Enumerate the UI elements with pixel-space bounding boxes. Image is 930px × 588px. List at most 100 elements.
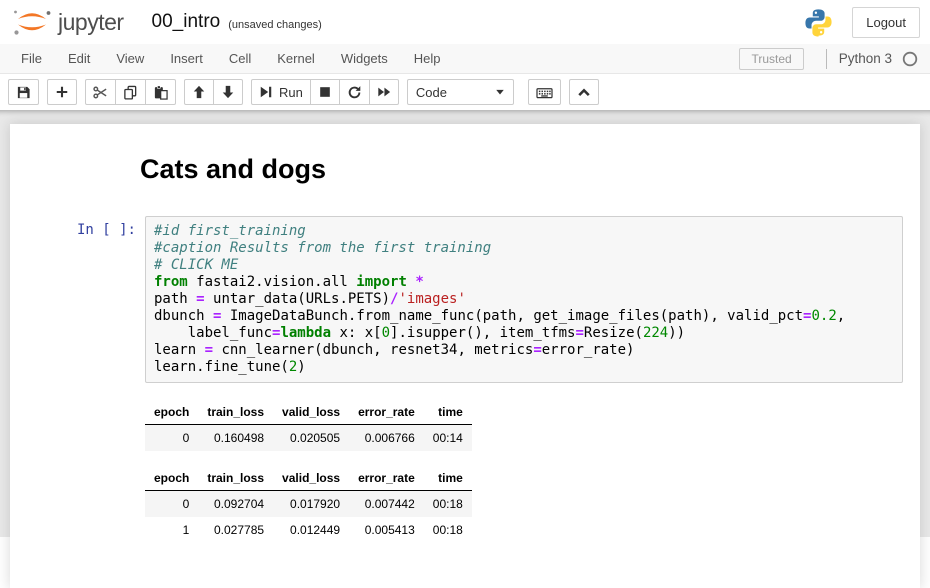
code-line: dbunch = ImageDataBunch.from_name_func(p… xyxy=(154,308,894,325)
code-line: label_func=lambda x: x[0].isupper(), ite… xyxy=(154,325,894,342)
column-header: time xyxy=(424,466,472,491)
chevron-up-icon xyxy=(577,85,591,99)
kernel-idle-icon xyxy=(902,51,918,67)
keyboard-icon xyxy=(536,85,553,100)
table-cell: 0.007442 xyxy=(349,491,424,518)
paste-icon xyxy=(153,85,168,100)
table-cell: 0.020505 xyxy=(273,425,349,452)
menu-item-insert[interactable]: Insert xyxy=(157,45,216,72)
cell-type-value: Code xyxy=(416,85,447,100)
cell-type-dropdown[interactable]: Code xyxy=(407,79,514,105)
table-cell: 0 xyxy=(145,491,198,518)
training-results-table-2: epochtrain_lossvalid_losserror_ratetime0… xyxy=(145,466,920,543)
trusted-badge: Trusted xyxy=(739,48,803,70)
table-cell: 0.006766 xyxy=(349,425,424,452)
checkpoint-status: (unsaved changes) xyxy=(228,19,322,31)
menu-item-kernel[interactable]: Kernel xyxy=(264,45,328,72)
table-cell: 1 xyxy=(145,517,198,543)
menu-bar: File Edit View Insert Cell Kernel Widget… xyxy=(0,44,930,74)
input-prompt: In [ ]: xyxy=(15,216,145,383)
column-header: epoch xyxy=(145,400,198,425)
table-row: 00.1604980.0205050.00676600:14 xyxy=(145,425,472,452)
column-header: train_loss xyxy=(198,400,273,425)
column-header: valid_loss xyxy=(273,466,349,491)
table-cell: 00:18 xyxy=(424,491,472,518)
output-area: epochtrain_lossvalid_losserror_ratetime0… xyxy=(145,400,920,543)
copy-icon xyxy=(123,85,138,100)
code-line: from fastai2.vision.all import * xyxy=(154,274,894,291)
move-down-icon xyxy=(221,85,235,99)
column-header: train_loss xyxy=(198,466,273,491)
menu-item-cell[interactable]: Cell xyxy=(216,45,264,72)
table-cell: 00:14 xyxy=(424,425,472,452)
column-header: valid_loss xyxy=(273,400,349,425)
column-header: epoch xyxy=(145,466,198,491)
table-cell: 0.005413 xyxy=(349,517,424,543)
cut-cells-button[interactable] xyxy=(85,79,116,105)
table-row: 10.0277850.0124490.00541300:18 xyxy=(145,517,472,543)
menu-item-view[interactable]: View xyxy=(103,45,157,72)
code-line: learn.fine_tune(2) xyxy=(154,359,894,376)
toolbar: Run Code xyxy=(0,74,930,110)
notebook-site: Cats and dogs In [ ]: #id first_training… xyxy=(0,110,930,537)
restart-icon xyxy=(347,85,362,100)
copy-cells-button[interactable] xyxy=(116,79,146,105)
save-button[interactable] xyxy=(8,79,39,105)
code-line: learn = cnn_learner(dbunch, resnet34, me… xyxy=(154,342,894,359)
save-icon xyxy=(16,85,31,100)
menu-item-help[interactable]: Help xyxy=(401,45,454,72)
column-header: time xyxy=(424,400,472,425)
divider xyxy=(826,49,827,69)
add-cell-icon xyxy=(55,85,69,99)
table-cell: 0.160498 xyxy=(198,425,273,452)
insert-cell-below-button[interactable] xyxy=(47,79,77,105)
table-cell: 0.027785 xyxy=(198,517,273,543)
interrupt-kernel-button[interactable] xyxy=(311,79,340,105)
paste-cells-button[interactable] xyxy=(146,79,176,105)
scroll-to-top-button[interactable] xyxy=(569,79,599,105)
menu-item-edit[interactable]: Edit xyxy=(55,45,103,72)
kernel-name: Python 3 xyxy=(839,51,892,66)
dropdown-caret-icon xyxy=(495,87,505,97)
run-icon xyxy=(259,85,273,99)
python-logo-icon xyxy=(803,7,834,38)
restart-kernel-button[interactable] xyxy=(340,79,370,105)
notebook-title[interactable]: 00_intro xyxy=(152,11,221,33)
jupyter-logo-text: jupyter xyxy=(58,9,124,36)
restart-run-all-button[interactable] xyxy=(370,79,399,105)
jupyter-planet-icon xyxy=(10,5,54,39)
code-line: #caption Results from the first training xyxy=(154,240,894,257)
move-up-icon xyxy=(192,85,206,99)
command-palette-button[interactable] xyxy=(528,79,561,105)
run-cell-button[interactable]: Run xyxy=(251,79,311,105)
code-line: #id first_training xyxy=(154,223,894,240)
code-cell[interactable]: In [ ]: #id first_training#caption Resul… xyxy=(10,211,920,388)
notebook-header: jupyter 00_intro (unsaved changes) Logou… xyxy=(0,0,930,44)
move-cell-down-button[interactable] xyxy=(214,79,243,105)
markdown-heading: Cats and dogs xyxy=(140,154,908,185)
logout-button[interactable]: Logout xyxy=(852,7,920,38)
menu-item-widgets[interactable]: Widgets xyxy=(328,45,401,72)
column-header: error_rate xyxy=(349,466,424,491)
table-cell: 0.017920 xyxy=(273,491,349,518)
table-cell: 0.012449 xyxy=(273,517,349,543)
dataframe-table: epochtrain_lossvalid_losserror_ratetime0… xyxy=(145,400,472,451)
table-cell: 0.092704 xyxy=(198,491,273,518)
code-line: # CLICK ME xyxy=(154,257,894,274)
table-cell: 0 xyxy=(145,425,198,452)
column-header: error_rate xyxy=(349,400,424,425)
jupyter-logo[interactable]: jupyter xyxy=(10,5,124,39)
restart-run-all-icon xyxy=(377,85,391,99)
code-editor[interactable]: #id first_training#caption Results from … xyxy=(145,216,903,383)
table-cell: 00:18 xyxy=(424,517,472,543)
training-results-table-1: epochtrain_lossvalid_losserror_ratetime0… xyxy=(145,400,920,451)
dataframe-table: epochtrain_lossvalid_losserror_ratetime0… xyxy=(145,466,472,543)
code-line: path = untar_data(URLs.PETS)/'images' xyxy=(154,291,894,308)
move-cell-up-button[interactable] xyxy=(184,79,214,105)
table-row: 00.0927040.0179200.00744200:18 xyxy=(145,491,472,518)
menu-item-file[interactable]: File xyxy=(8,45,55,72)
cut-icon xyxy=(93,85,108,100)
notebook-container: Cats and dogs In [ ]: #id first_training… xyxy=(10,124,920,588)
stop-icon xyxy=(318,85,332,99)
run-button-label: Run xyxy=(279,85,303,100)
